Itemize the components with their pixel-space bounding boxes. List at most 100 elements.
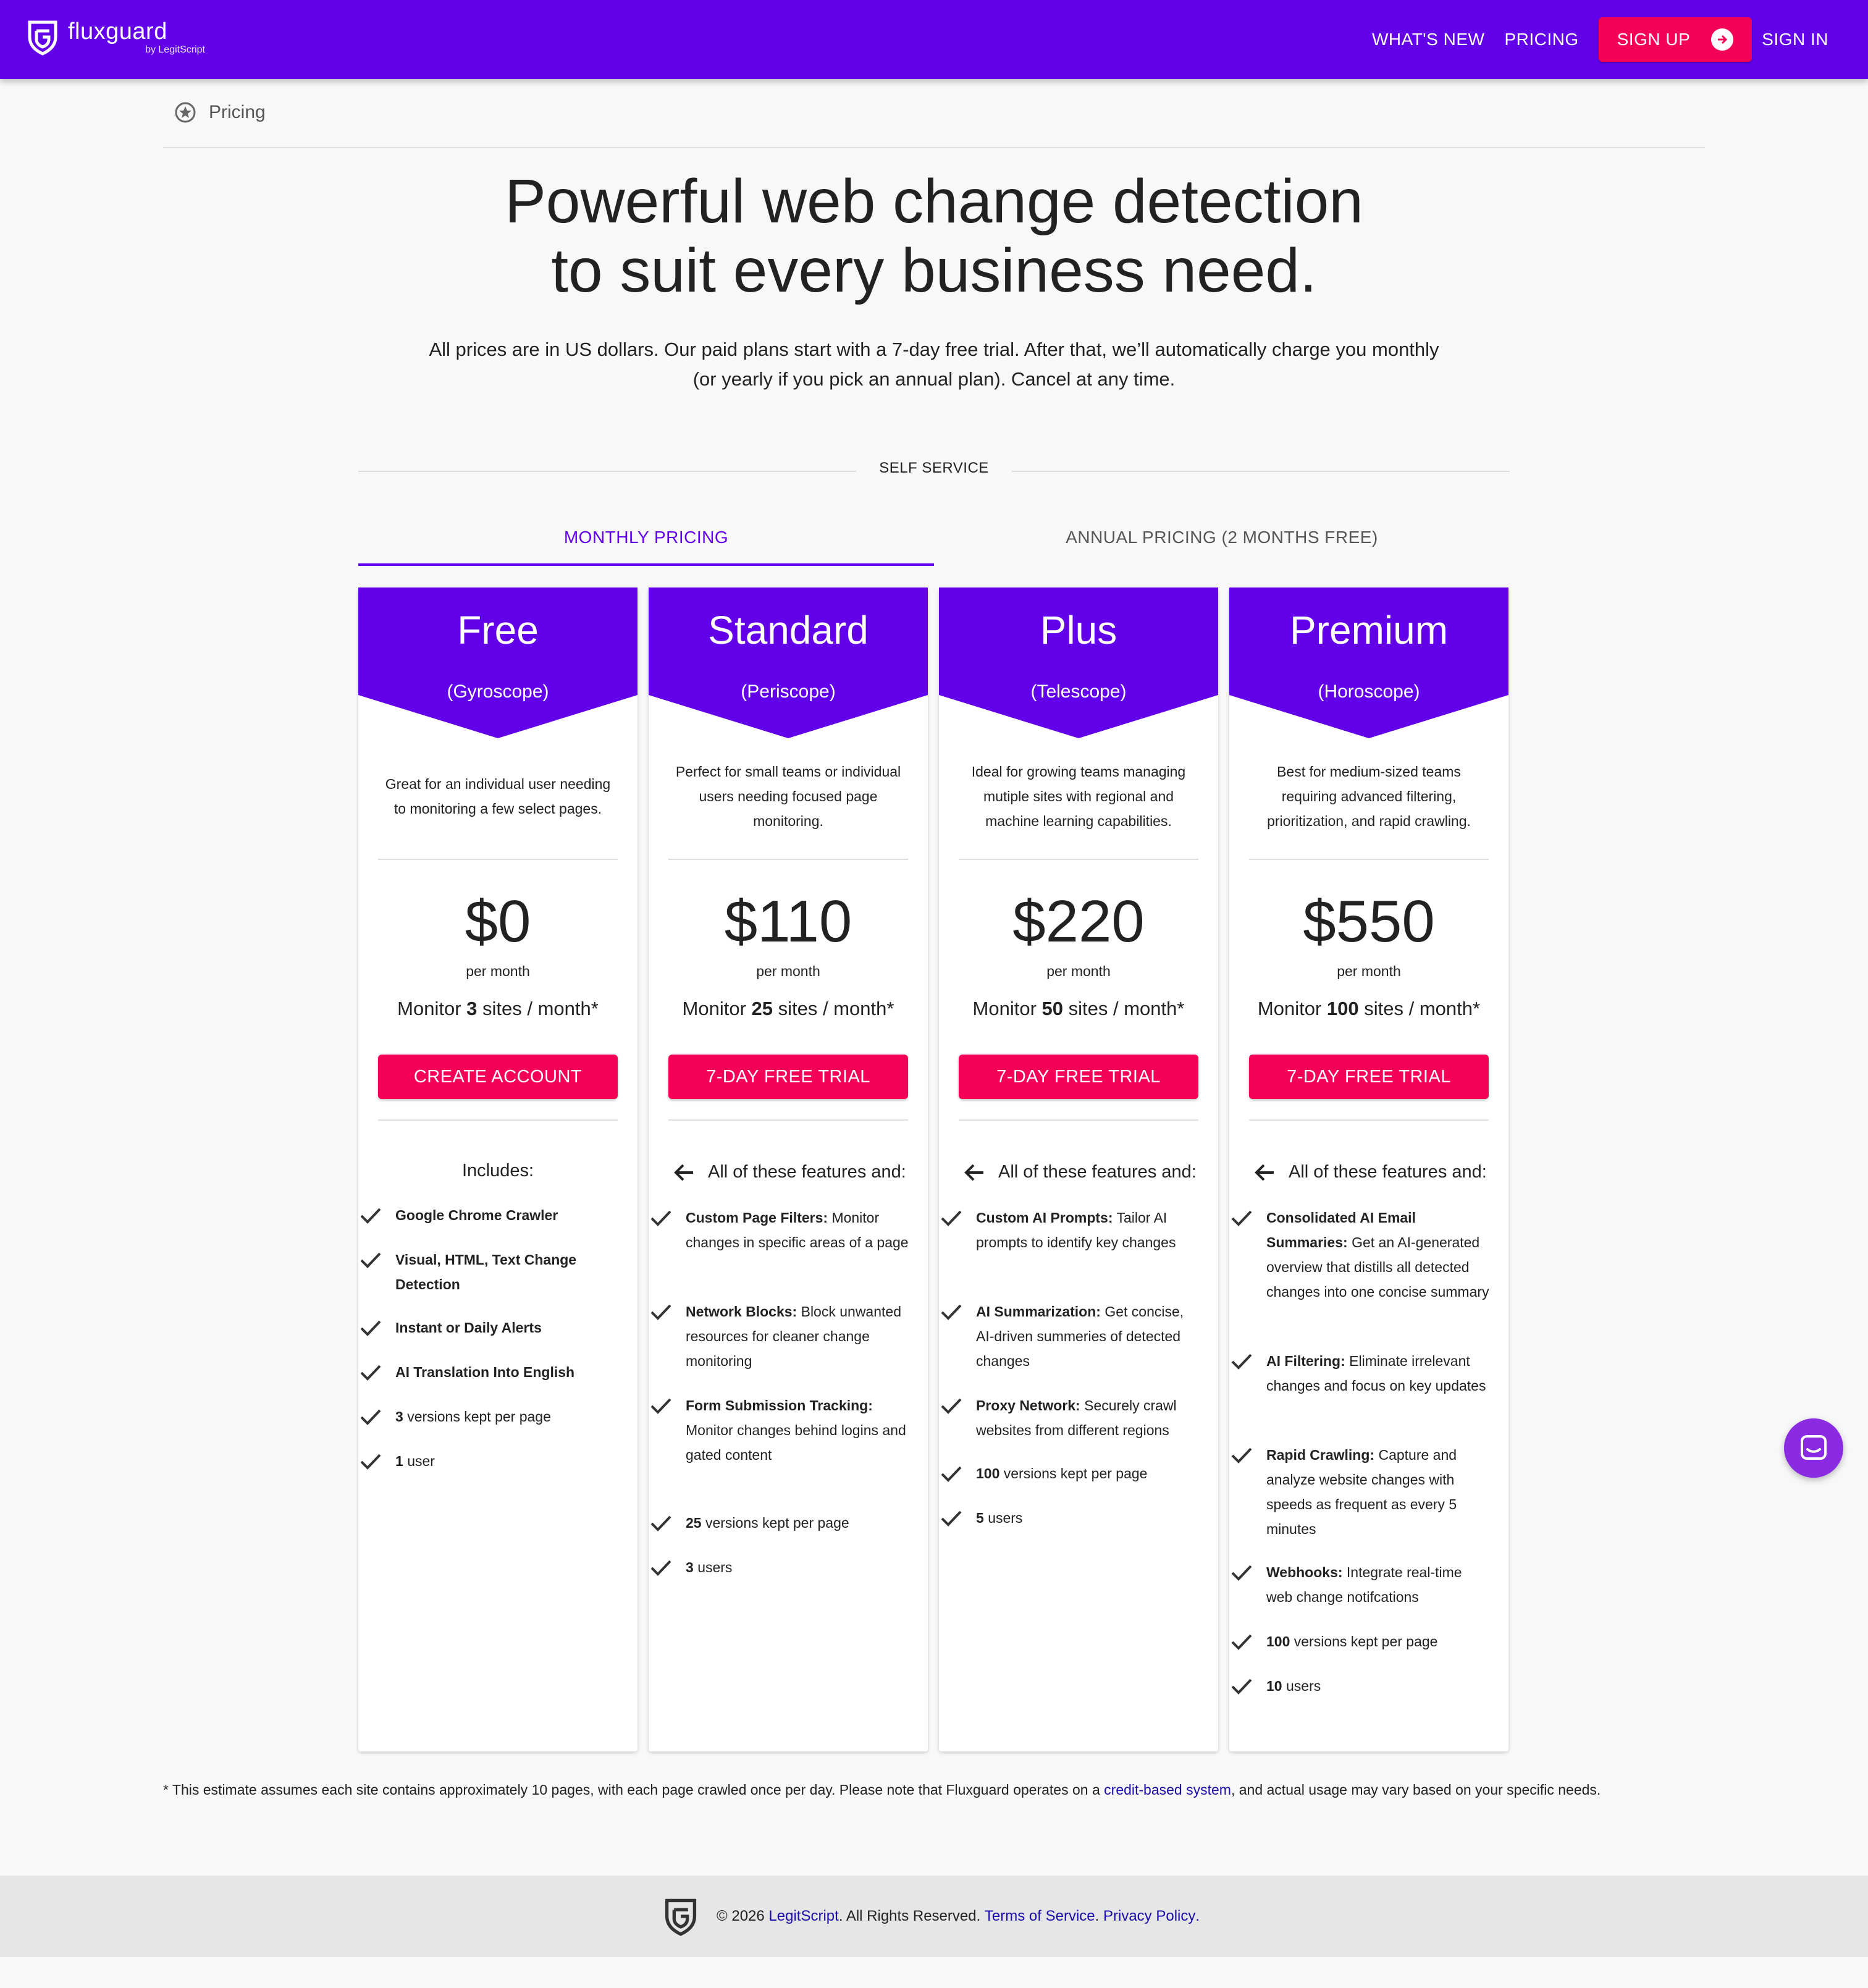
card-divider xyxy=(378,859,618,860)
plan-header: Free (Gyroscope) xyxy=(358,588,637,738)
plan-site-quota: Monitor 3 sites / month* xyxy=(358,998,637,1020)
nav-pricing[interactable]: PRICING xyxy=(1504,30,1578,49)
site-quota-count: 3 xyxy=(466,998,478,1019)
plan-description: Great for an individual user needing to … xyxy=(385,776,611,817)
includes-heading: Includes: xyxy=(461,1161,534,1181)
section-divider-left xyxy=(358,471,856,472)
card-divider xyxy=(378,1119,618,1121)
feature-text: users xyxy=(988,1510,1023,1526)
price-period: per month xyxy=(1046,963,1111,979)
feature-item: 100 versions kept per page xyxy=(1231,1629,1490,1654)
sign-up-button[interactable]: SIGN UP xyxy=(1598,17,1752,62)
plan-card-premium: Premium (Horoscope) Best for medium-size… xyxy=(1229,588,1508,1751)
card-divider xyxy=(959,859,1198,860)
free-trial-button[interactable]: 7-DAY FREE TRIAL xyxy=(668,1055,908,1099)
feature-title: Google Chrome Crawler xyxy=(395,1207,558,1223)
feature-title: AI Translation Into English xyxy=(395,1364,575,1380)
site-quota-prefix: Monitor xyxy=(1257,998,1322,1019)
site-quota-suffix: sites / month* xyxy=(1364,998,1481,1019)
plan-codename: (Periscope) xyxy=(741,681,836,702)
chat-launcher-button[interactable] xyxy=(1784,1418,1843,1478)
nav-whats-new[interactable]: WHAT'S NEW xyxy=(1372,30,1484,49)
page-subtitle-line2: (or yearly if you pick an annual plan). … xyxy=(692,368,1176,390)
includes-heading-text: All of these features and: xyxy=(998,1162,1197,1182)
plan-description: Perfect for small teams or individual us… xyxy=(675,764,901,829)
check-icon xyxy=(941,1398,962,1414)
plan-header: Plus (Telescope) xyxy=(939,588,1218,738)
free-trial-button[interactable]: 7-DAY FREE TRIAL xyxy=(959,1055,1198,1099)
feature-title: 5 xyxy=(976,1510,984,1526)
brand-name: fluxguard xyxy=(68,19,167,44)
plan-site-quota: Monitor 50 sites / month* xyxy=(939,998,1218,1020)
card-divider xyxy=(668,1119,908,1121)
privacy-policy-link[interactable]: Privacy Policy xyxy=(1103,1908,1195,1925)
check-icon xyxy=(941,1510,962,1527)
feature-item: Instant or Daily Alerts xyxy=(360,1315,619,1340)
site-quota-count: 50 xyxy=(1041,998,1064,1019)
check-icon xyxy=(941,1210,962,1226)
check-icon xyxy=(650,1515,671,1531)
breadcrumb-divider xyxy=(163,147,1705,148)
includes-heading-text: All of these features and: xyxy=(708,1162,906,1182)
plan-price: $550 xyxy=(1303,888,1435,954)
brand-subtitle: by LegitScript xyxy=(145,44,205,55)
plan-card-standard: Standard (Periscope) Perfect for small t… xyxy=(649,588,928,1751)
plan-header: Premium (Horoscope) xyxy=(1229,588,1508,738)
feature-item: Consolidated AI Email Summaries: Get an … xyxy=(1231,1205,1490,1304)
check-icon xyxy=(1231,1210,1252,1226)
card-divider xyxy=(1249,859,1489,860)
terms-of-service-link[interactable]: Terms of Service xyxy=(985,1908,1095,1925)
plan-price: $0 xyxy=(465,888,531,954)
feature-title: 25 xyxy=(686,1515,702,1531)
legitscript-link[interactable]: LegitScript xyxy=(768,1908,838,1925)
pricing-footnote: * This estimate assumes each site contai… xyxy=(163,1782,1720,1798)
feature-item: Visual, HTML, Text Change Detection xyxy=(360,1247,619,1297)
footer-copyright: © 2026 xyxy=(717,1908,765,1924)
tab-annual-pricing[interactable]: ANNUAL PRICING (2 MONTHS FREE) xyxy=(934,525,1510,566)
footer-separator: . xyxy=(1095,1908,1100,1924)
nav-sign-in[interactable]: SIGN IN xyxy=(1762,30,1828,49)
breadcrumb-label: Pricing xyxy=(209,102,266,122)
feature-text: user xyxy=(407,1453,435,1469)
feature-title: Proxy Network: xyxy=(976,1397,1080,1413)
includes-heading: All of these features and: xyxy=(673,1162,920,1182)
feature-title: Instant or Daily Alerts xyxy=(395,1320,542,1336)
feature-item: Form Submission Tracking: Monitor change… xyxy=(650,1393,909,1467)
plan-card-plus: Plus (Telescope) Ideal for growing teams… xyxy=(939,588,1218,1751)
check-icon xyxy=(1231,1447,1252,1464)
check-icon xyxy=(360,1409,381,1425)
page-footer: © 2026 LegitScript. All Rights Reserved.… xyxy=(0,1876,1868,1957)
footnote-text: * This estimate assumes each site contai… xyxy=(163,1782,1100,1798)
price-period: per month xyxy=(466,963,530,979)
check-icon xyxy=(941,1466,962,1482)
settings-badge-icon xyxy=(175,102,196,123)
feature-title: Rapid Crawling: xyxy=(1266,1447,1375,1463)
plan-name: Standard xyxy=(708,608,869,652)
plan-price: $110 xyxy=(724,888,852,954)
create-account-button[interactable]: CREATE ACCOUNT xyxy=(378,1055,618,1099)
feature-item: Network Blocks: Block unwanted resources… xyxy=(650,1299,909,1373)
site-quota-prefix: Monitor xyxy=(397,998,461,1019)
plan-site-quota: Monitor 100 sites / month* xyxy=(1229,998,1508,1020)
chat-icon xyxy=(1801,1435,1827,1460)
includes-heading: All of these features and: xyxy=(1254,1162,1501,1182)
check-icon xyxy=(650,1304,671,1320)
page-subtitle-line1: All prices are in US dollars. Our paid p… xyxy=(429,339,1439,360)
site-quota-suffix: sites / month* xyxy=(778,998,894,1019)
check-icon xyxy=(360,1208,381,1224)
site-quota-count: 25 xyxy=(751,998,773,1019)
check-icon xyxy=(1231,1678,1252,1695)
plan-codename: (Horoscope) xyxy=(1318,681,1420,702)
tab-monthly-pricing[interactable]: MONTHLY PRICING xyxy=(358,525,934,566)
top-navbar: fluxguard by LegitScript WHAT'S NEW PRIC… xyxy=(0,0,1868,79)
feature-title: AI Filtering: xyxy=(1266,1353,1345,1369)
credit-system-link[interactable]: credit-based system xyxy=(1104,1782,1231,1798)
plan-price: $220 xyxy=(1012,888,1145,954)
includes-heading: All of these features and: xyxy=(964,1162,1211,1182)
feature-title: AI Summarization: xyxy=(976,1304,1101,1320)
sign-up-label: SIGN UP xyxy=(1617,30,1691,49)
feature-item: AI Translation Into English xyxy=(360,1360,619,1384)
main-nav: WHAT'S NEW PRICING SIGN UP SIGN IN xyxy=(1352,17,1828,62)
free-trial-button[interactable]: 7-DAY FREE TRIAL xyxy=(1249,1055,1489,1099)
feature-text: versions kept per page xyxy=(407,1409,551,1425)
